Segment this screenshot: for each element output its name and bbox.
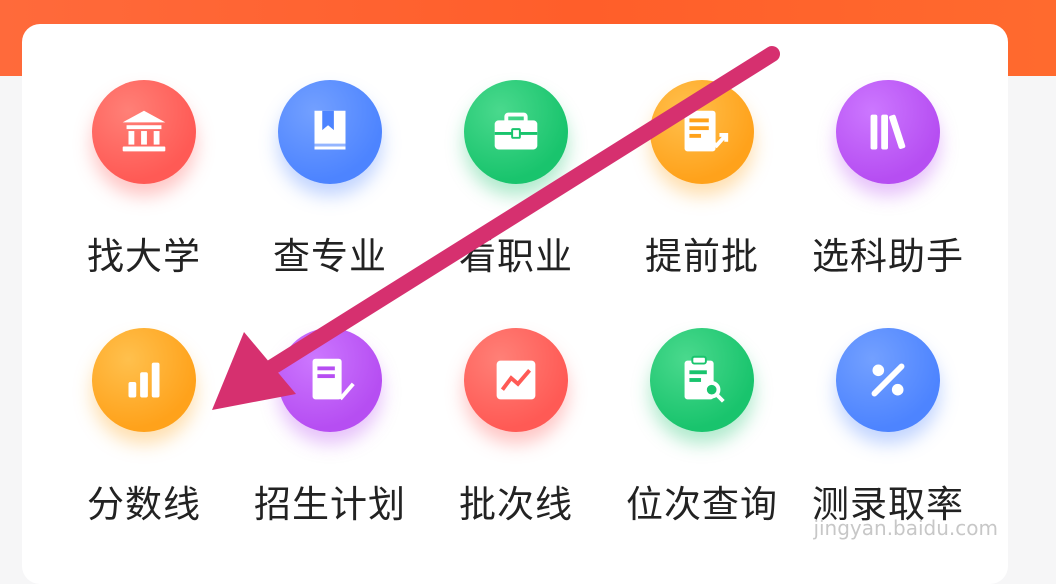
menu-label: 看职业 bbox=[459, 235, 573, 278]
menu-label: 查专业 bbox=[273, 235, 387, 278]
menu-item-batch-line[interactable]: 批次线 bbox=[426, 328, 606, 538]
university-icon bbox=[92, 80, 196, 184]
feature-grid-card: 找大学 查专业 看职业 提前批 选科助手 分数线 招生计划 批次线 位次查询 测… bbox=[22, 24, 1008, 584]
menu-label: 批次线 bbox=[459, 483, 573, 526]
document-check-icon bbox=[278, 328, 382, 432]
menu-label: 招生计划 bbox=[254, 483, 406, 526]
menu-item-score-line[interactable]: 分数线 bbox=[54, 328, 234, 538]
menu-label: 位次查询 bbox=[626, 483, 778, 526]
book-icon bbox=[278, 80, 382, 184]
watermark: jingyan.baidu.com bbox=[813, 516, 998, 540]
menu-item-admission-rate[interactable]: 测录取率 bbox=[798, 328, 978, 538]
bar-chart-icon bbox=[92, 328, 196, 432]
menu-label: 分数线 bbox=[87, 483, 201, 526]
line-chart-icon bbox=[464, 328, 568, 432]
document-trend-icon bbox=[650, 80, 754, 184]
menu-label: 选科助手 bbox=[812, 235, 964, 278]
menu-item-check-major[interactable]: 查专业 bbox=[240, 80, 420, 290]
briefcase-icon bbox=[464, 80, 568, 184]
menu-item-view-career[interactable]: 看职业 bbox=[426, 80, 606, 290]
menu-item-find-university[interactable]: 找大学 bbox=[54, 80, 234, 290]
menu-item-subject-helper[interactable]: 选科助手 bbox=[798, 80, 978, 290]
percent-icon bbox=[836, 328, 940, 432]
menu-item-early-batch[interactable]: 提前批 bbox=[612, 80, 792, 290]
menu-item-rank-query[interactable]: 位次查询 bbox=[612, 328, 792, 538]
clipboard-search-icon bbox=[650, 328, 754, 432]
menu-item-enrollment-plan[interactable]: 招生计划 bbox=[240, 328, 420, 538]
menu-label: 提前批 bbox=[645, 235, 759, 278]
books-shelf-icon bbox=[836, 80, 940, 184]
menu-label: 找大学 bbox=[87, 235, 201, 278]
